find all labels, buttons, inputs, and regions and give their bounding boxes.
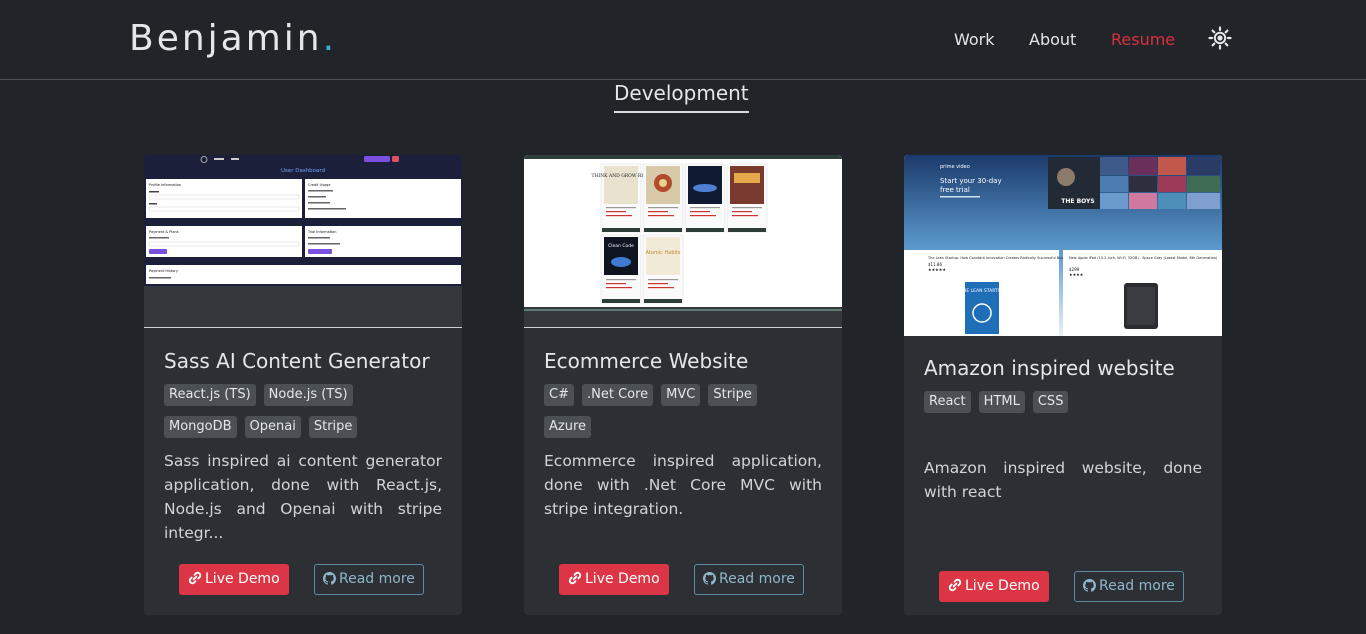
svg-text:The Lean Startup: How Constant: The Lean Startup: How Constant Innovatio…	[927, 256, 1076, 260]
project-thumbnail[interactable]: THINK AND GROW RICH Clean Code Atomic Ha…	[524, 155, 842, 328]
github-icon	[323, 572, 337, 585]
tag-list: React.js (TS) Node.js (TS) MongoDB Openai S…	[164, 383, 454, 447]
tag-list: C# .Net Core MVC Stripe Azure	[544, 383, 834, 447]
live-demo-button[interactable]: Live Demo	[939, 571, 1049, 602]
brand-logo[interactable]: Benjamin.	[129, 18, 337, 59]
dashboard-title: User Dashboard	[281, 168, 325, 174]
svg-text:prime video: prime video	[940, 164, 970, 170]
amazon-screenshot: prime video Start your 30-day free trial…	[904, 155, 1222, 336]
svg-text:THE LEAN STARTUP: THE LEAN STARTUP	[959, 288, 1004, 294]
link-icon	[188, 571, 202, 585]
section-title: Development	[614, 80, 749, 113]
read-more-label: Read more	[1099, 578, 1175, 594]
tag: MongoDB	[164, 416, 237, 438]
svg-text:Start your 30-day: Start your 30-day	[940, 177, 1002, 185]
project-card: THINK AND GROW RICH Clean Code Atomic Ha…	[524, 155, 842, 615]
project-title: Sass AI Content Generator	[164, 349, 430, 373]
book-card: Atomic Habits	[642, 234, 684, 304]
brand-dot: .	[322, 18, 338, 59]
project-description: Amazon inspired website, done with react	[924, 459, 1202, 501]
ecommerce-screenshot: THINK AND GROW RICH Clean Code Atomic Ha…	[524, 155, 842, 327]
svg-text:Credit Usage: Credit Usage	[308, 183, 331, 187]
project-title: Amazon inspired website	[924, 356, 1175, 380]
svg-text:Atomic Habits: Atomic Habits	[646, 250, 681, 256]
read-more-label: Read more	[339, 571, 415, 587]
book-card: Clean Code	[600, 234, 642, 304]
nav-link-about[interactable]: About	[1029, 30, 1076, 49]
link-icon	[948, 578, 962, 592]
live-demo-label: Live Demo	[965, 578, 1040, 594]
read-more-button[interactable]: Read more	[1074, 571, 1184, 602]
book-card	[726, 163, 768, 233]
tag: CSS	[1032, 391, 1069, 413]
navbar: Benjamin. Work About Resume	[0, 0, 1366, 80]
tag: Node.js (TS)	[263, 384, 353, 406]
svg-text:Profile Information: Profile Information	[149, 183, 181, 187]
github-icon	[1083, 579, 1097, 592]
project-card: User Dashboard Profile Information Credi…	[144, 155, 462, 615]
project-description: Ecommerce inspired application, done wit…	[544, 452, 822, 518]
svg-text:★★★★: ★★★★	[1069, 272, 1084, 277]
svg-text:THINK AND GROW RICH: THINK AND GROW RICH	[592, 173, 651, 179]
book-card	[684, 163, 726, 233]
sun-icon	[1208, 26, 1232, 50]
project-thumbnail[interactable]: User Dashboard Profile Information Credi…	[144, 155, 462, 328]
tag: Azure	[544, 416, 592, 438]
tag: MVC	[661, 384, 701, 406]
project-card: prime video Start your 30-day free trial…	[904, 155, 1222, 615]
project-description: Sass inspired ai content generator appli…	[164, 452, 442, 542]
svg-text:Trial Information: Trial Information	[307, 230, 337, 234]
read-more-label: Read more	[719, 571, 795, 587]
tag: Stripe	[308, 416, 358, 438]
book-card	[642, 163, 684, 233]
tag-list: React HTML CSS	[924, 390, 1214, 422]
svg-text:Clean Code: Clean Code	[608, 243, 634, 249]
read-more-button[interactable]: Read more	[694, 564, 804, 595]
tag: React	[924, 391, 971, 413]
svg-text:Payment & Plans: Payment & Plans	[149, 230, 179, 234]
live-demo-button[interactable]: Live Demo	[559, 564, 669, 595]
tag: React.js (TS)	[164, 384, 256, 406]
svg-text:free trial: free trial	[940, 186, 970, 194]
nav-link-work[interactable]: Work	[954, 30, 995, 49]
tag: .Net Core	[581, 384, 654, 406]
read-more-button[interactable]: Read more	[314, 564, 424, 595]
dashboard-screenshot: User Dashboard Profile Information Credi…	[144, 155, 462, 286]
live-demo-label: Live Demo	[585, 571, 660, 587]
tag: C#	[544, 384, 574, 406]
tag: HTML	[978, 391, 1025, 413]
github-icon	[703, 572, 717, 585]
tag: Openai	[244, 416, 301, 438]
svg-text:Payment History: Payment History	[149, 269, 178, 273]
project-thumbnail[interactable]: prime video Start your 30-day free trial…	[904, 155, 1222, 336]
tag: Stripe	[708, 384, 757, 406]
svg-text:THE BOYS: THE BOYS	[1061, 198, 1094, 205]
live-demo-button[interactable]: Live Demo	[179, 564, 289, 595]
nav-link-resume[interactable]: Resume	[1111, 30, 1175, 49]
svg-text:★★★★★: ★★★★★	[928, 267, 946, 272]
link-icon	[568, 571, 582, 585]
brand-name[interactable]: Benjamin	[129, 18, 323, 59]
project-title: Ecommerce Website	[544, 349, 749, 373]
svg-text:New Apple iPad (10.2-inch, Wi-: New Apple iPad (10.2-inch, Wi-Fi, 32GB) …	[1069, 256, 1218, 260]
theme-toggle-button[interactable]	[1208, 26, 1232, 50]
live-demo-label: Live Demo	[205, 571, 280, 587]
